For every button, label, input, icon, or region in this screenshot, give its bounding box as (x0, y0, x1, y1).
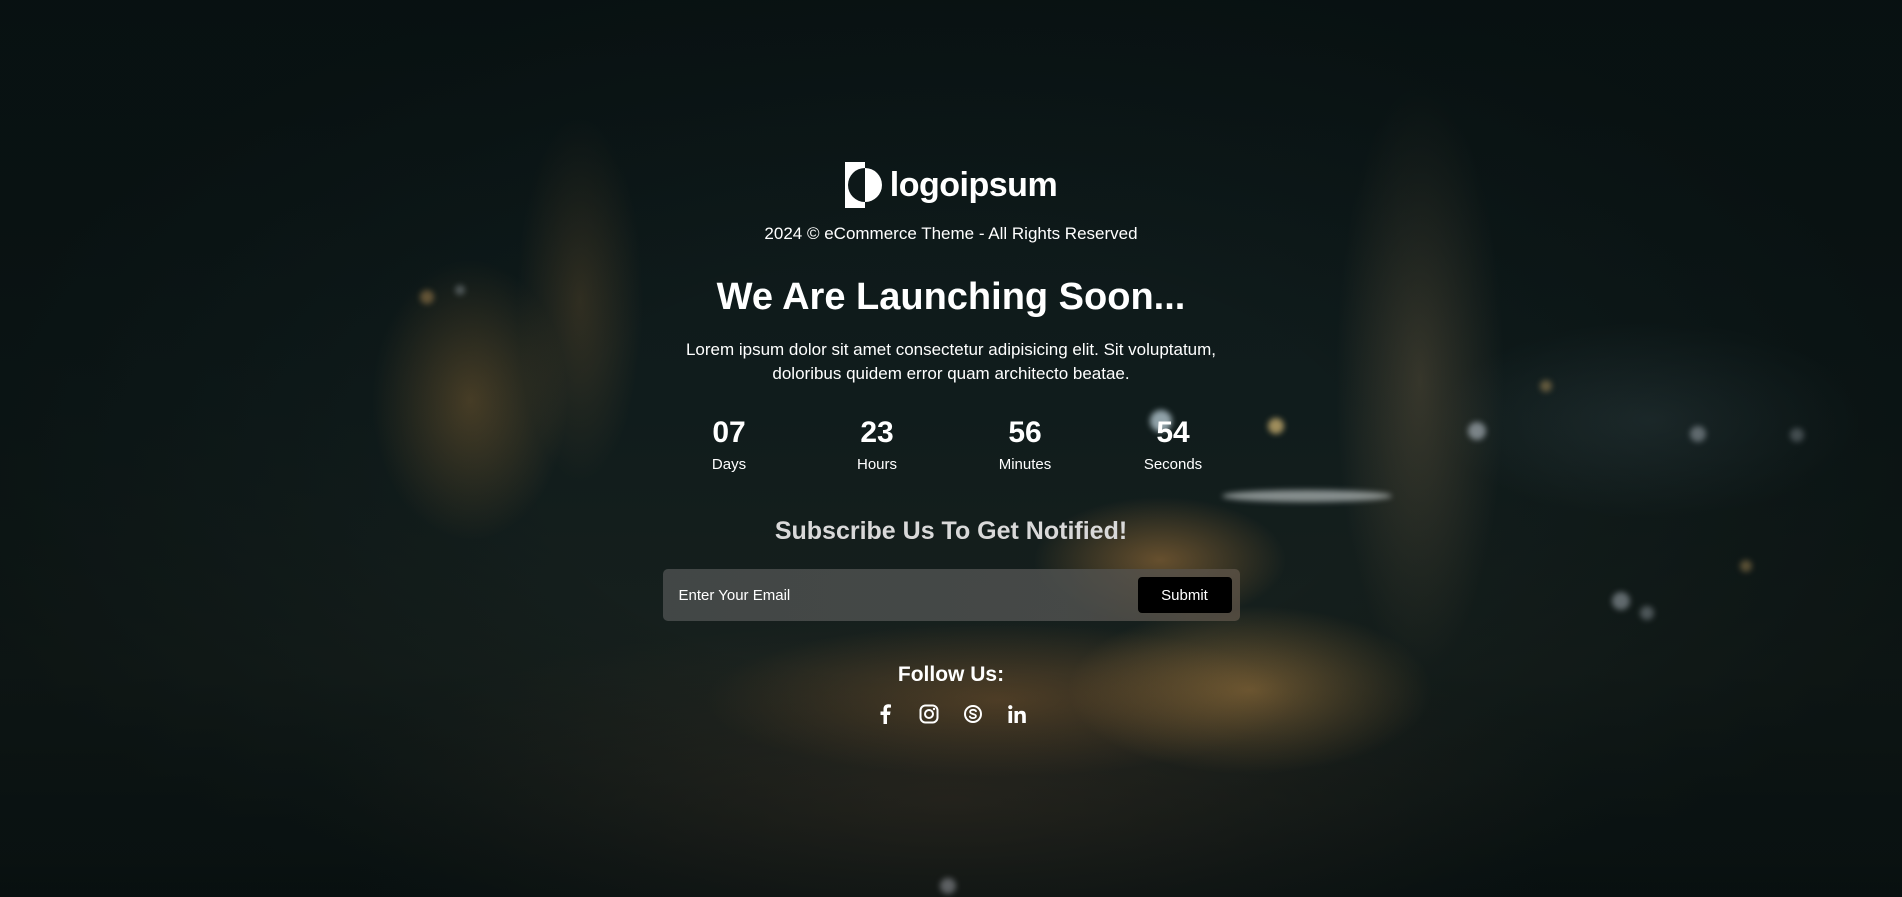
logoipsum-mark-icon (844, 162, 882, 208)
coming-soon-main: logoipsum 2024 © eCommerce Theme - All R… (0, 0, 1902, 725)
subscribe-form: Submit (662, 569, 1240, 621)
countdown-value: 54 (1156, 416, 1190, 449)
countdown-label: Days (711, 456, 747, 473)
page-title: We Are Launching Soon... (716, 276, 1186, 318)
instagram-icon (919, 704, 939, 724)
brand-logo[interactable]: logoipsum (844, 162, 1058, 208)
social-links (874, 703, 1028, 725)
instagram-link[interactable] (918, 703, 940, 725)
countdown-label: Minutes (998, 456, 1052, 473)
facebook-icon (879, 704, 891, 724)
linkedin-icon (1007, 704, 1027, 724)
logo-wordmark: logoipsum (889, 165, 1058, 204)
facebook-link[interactable] (874, 703, 896, 725)
countdown-value: 56 (1008, 416, 1042, 449)
countdown-days: 07 Days (655, 414, 803, 473)
countdown-label: Hours (856, 456, 897, 473)
countdown-minutes: 56 Minutes (951, 414, 1099, 473)
countdown-seconds: 54 Seconds (1099, 414, 1247, 473)
submit-button[interactable]: Submit (1137, 577, 1232, 613)
countdown-timer: 07 Days 23 Hours 56 Minutes 54 Seconds (655, 414, 1247, 473)
countdown-hours: 23 Hours (803, 414, 951, 473)
countdown-label: Seconds (1143, 456, 1203, 473)
countdown-value: 07 (712, 416, 746, 449)
skype-link[interactable] (962, 703, 984, 725)
countdown-value: 23 (860, 416, 894, 449)
email-input[interactable] (678, 577, 1138, 613)
copyright-text: 2024 © eCommerce Theme - All Rights Rese… (764, 224, 1138, 243)
follow-us-heading: Follow Us: (897, 663, 1005, 686)
skype-icon (963, 704, 983, 724)
linkedin-link[interactable] (1006, 703, 1028, 725)
hero-description: Lorem ipsum dolor sit amet consectetur a… (685, 340, 1217, 383)
subscribe-heading: Subscribe Us To Get Notified! (774, 517, 1128, 545)
